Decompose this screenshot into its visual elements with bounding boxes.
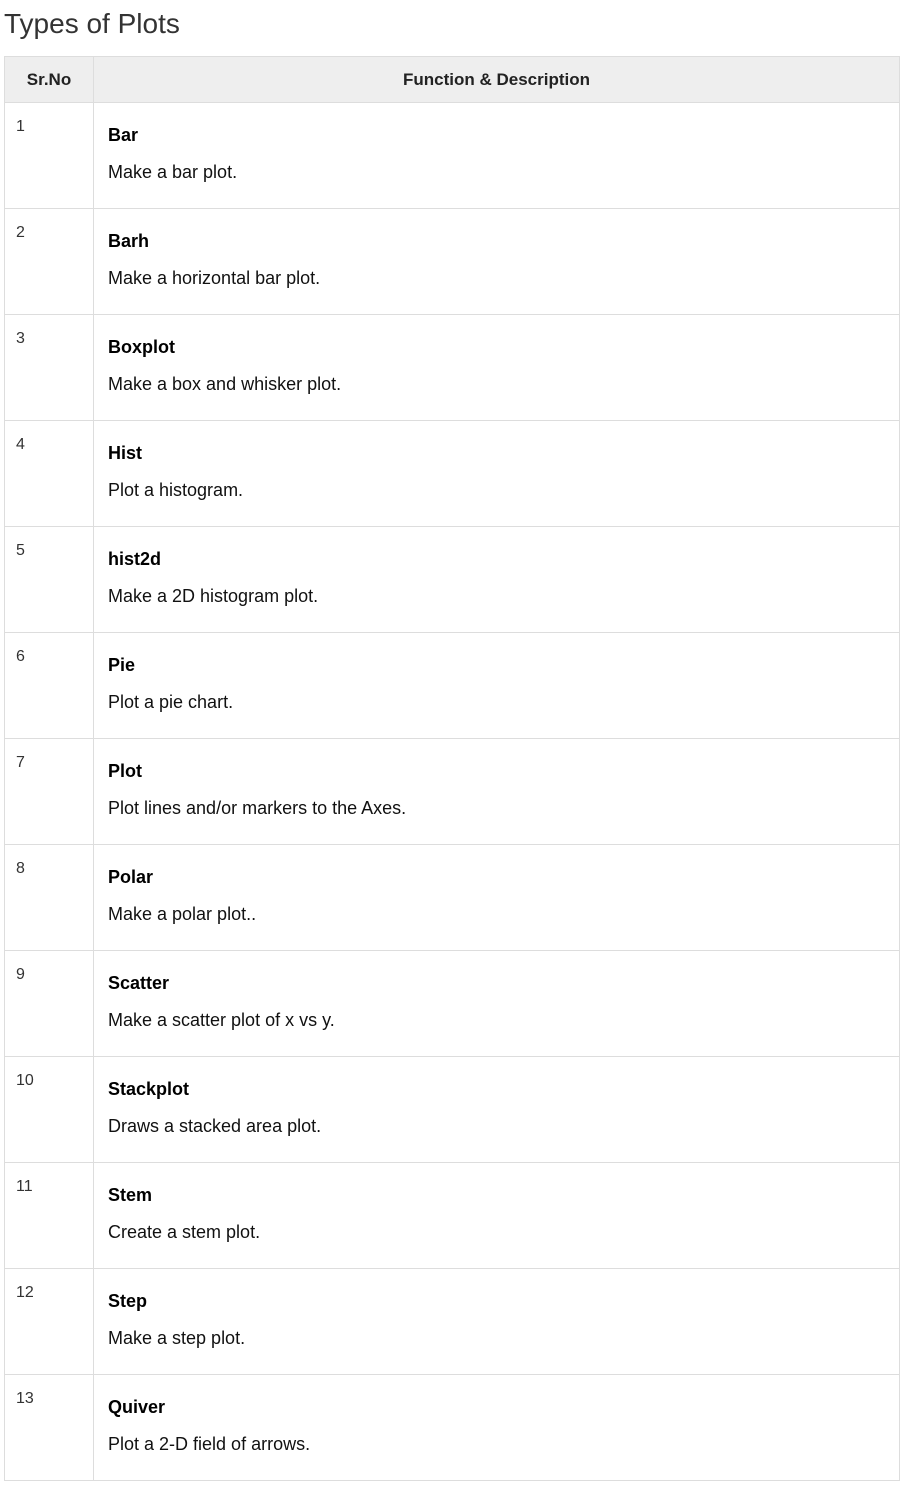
function-description: Draws a stacked area plot. — [108, 1116, 322, 1136]
table-body: 1 Bar Make a bar plot. 2 Barh Make a horizont… — [4, 102, 900, 1481]
function-description-cell: Pie Plot a pie chart. — [93, 632, 900, 739]
row-number: 9 — [16, 966, 25, 983]
table-row: 3 Boxplot Make a box and whisker plot. — [4, 314, 900, 421]
function-description: Make a step plot. — [108, 1328, 246, 1348]
function-description-cell: Step Make a step plot. — [93, 1268, 900, 1375]
table-row: 4 Hist Plot a histogram. — [4, 420, 900, 527]
row-number: 2 — [16, 224, 25, 241]
row-number-cell: 10 — [4, 1056, 94, 1163]
row-number-cell: 6 — [4, 632, 94, 739]
table-row: 9 Scatter Make a scatter plot of x vs y. — [4, 950, 900, 1057]
row-number-cell: 7 — [4, 738, 94, 845]
table-row: 11 Stem Create a stem plot. — [4, 1162, 900, 1269]
function-description-cell: Polar Make a polar plot.. — [93, 844, 900, 951]
function-description-cell: hist2d Make a 2D histogram plot. — [93, 526, 900, 633]
row-number-cell: 4 — [4, 420, 94, 527]
row-number-cell: 1 — [4, 102, 94, 209]
row-number: 5 — [16, 542, 25, 559]
function-description: Plot a 2-D field of arrows. — [108, 1434, 311, 1454]
row-number-cell: 2 — [4, 208, 94, 315]
row-number-cell: 5 — [4, 526, 94, 633]
function-name: Quiver — [108, 1397, 166, 1417]
function-description: Make a scatter plot of x vs y. — [108, 1010, 335, 1030]
function-description-cell: Scatter Make a scatter plot of x vs y. — [93, 950, 900, 1057]
row-number-cell: 9 — [4, 950, 94, 1057]
row-number: 13 — [16, 1390, 34, 1407]
function-description-cell: Hist Plot a histogram. — [93, 420, 900, 527]
function-description: Make a bar plot. — [108, 162, 238, 182]
function-name: Plot — [108, 761, 142, 781]
function-name: Boxplot — [108, 337, 175, 357]
row-number: 12 — [16, 1284, 34, 1301]
row-number: 6 — [16, 648, 25, 665]
function-name: Barh — [108, 231, 150, 251]
table-row: 13 Quiver Plot a 2-D field of arrows. — [4, 1374, 900, 1481]
function-description: Make a 2D histogram plot. — [108, 586, 319, 606]
function-description-cell: Plot Plot lines and/or markers to the Axe… — [93, 738, 900, 845]
table-header: Sr.No Function & Description — [4, 56, 900, 103]
row-number: 3 — [16, 330, 25, 347]
function-description: Make a polar plot.. — [108, 904, 257, 924]
plot-types-table: Sr.No Function & Description 1 Bar Make a … — [4, 56, 900, 1481]
table-row: 2 Barh Make a horizontal bar plot. — [4, 208, 900, 315]
table-row: 10 Stackplot Draws a stacked area plot. — [4, 1056, 900, 1163]
row-number-cell: 13 — [4, 1374, 94, 1481]
table-row: 5 hist2d Make a 2D histogram plot. — [4, 526, 900, 633]
table-row: 6 Pie Plot a pie chart. — [4, 632, 900, 739]
function-description: Plot a histogram. — [108, 480, 244, 500]
function-description-cell: Boxplot Make a box and whisker plot. — [93, 314, 900, 421]
row-number: 10 — [16, 1072, 34, 1089]
header-row: Sr.No Function & Description — [4, 56, 900, 103]
function-name: Polar — [108, 867, 154, 887]
function-name: Stem — [108, 1185, 153, 1205]
table-row: 1 Bar Make a bar plot. — [4, 102, 900, 209]
function-description: Plot lines and/or markers to the Axes. — [108, 798, 407, 818]
header-function-description: Function & Description — [93, 56, 900, 103]
row-number-cell: 11 — [4, 1162, 94, 1269]
function-name: Pie — [108, 655, 136, 675]
function-description: Create a stem plot. — [108, 1222, 261, 1242]
row-number: 11 — [16, 1178, 33, 1195]
page-title: Types of Plots — [4, 8, 180, 39]
table-row: 7 Plot Plot lines and/or markers to the Ax… — [4, 738, 900, 845]
function-name: Hist — [108, 443, 143, 463]
function-description-cell: Bar Make a bar plot. — [93, 102, 900, 209]
function-name: Step — [108, 1291, 148, 1311]
row-number: 7 — [16, 754, 25, 771]
table-row: 12 Step Make a step plot. — [4, 1268, 900, 1375]
header-sr-no: Sr.No — [4, 56, 94, 103]
function-description: Make a horizontal bar plot. — [108, 268, 321, 288]
table-row: 8 Polar Make a polar plot.. — [4, 844, 900, 951]
row-number: 8 — [16, 860, 25, 877]
function-description-cell: Barh Make a horizontal bar plot. — [93, 208, 900, 315]
function-description: Make a box and whisker plot. — [108, 374, 342, 394]
row-number: 1 — [16, 118, 25, 135]
row-number-cell: 12 — [4, 1268, 94, 1375]
function-name: Scatter — [108, 973, 170, 993]
function-description: Plot a pie chart. — [108, 692, 234, 712]
function-description-cell: Stackplot Draws a stacked area plot. — [93, 1056, 900, 1163]
row-number: 4 — [16, 436, 25, 453]
row-number-cell: 8 — [4, 844, 94, 951]
function-description-cell: Stem Create a stem plot. — [93, 1162, 900, 1269]
function-name: Bar — [108, 125, 139, 145]
function-name: hist2d — [108, 549, 162, 569]
function-description-cell: Quiver Plot a 2-D field of arrows. — [93, 1374, 900, 1481]
function-name: Stackplot — [108, 1079, 190, 1099]
row-number-cell: 3 — [4, 314, 94, 421]
